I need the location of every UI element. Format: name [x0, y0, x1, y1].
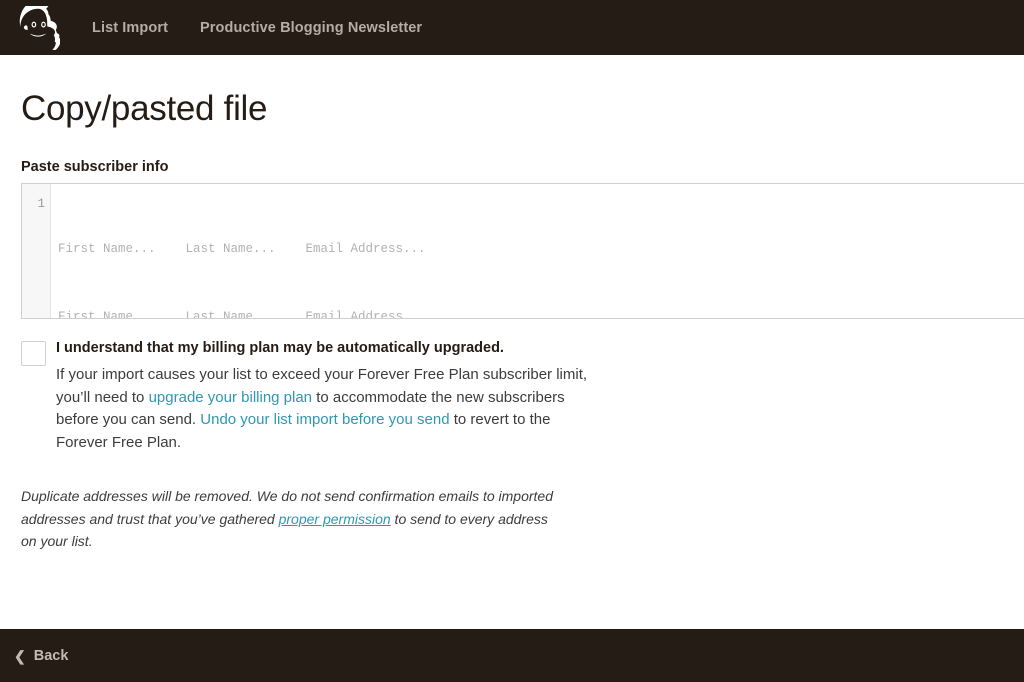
- paste-subscriber-editor[interactable]: 1 First Name... Last Name... Email Addre…: [21, 183, 1024, 319]
- billing-heading: I understand that my billing plan may be…: [56, 340, 504, 356]
- paste-subscriber-info-label: Paste subscriber info: [21, 159, 169, 175]
- main-content: Copy/pasted file Paste subscriber info 1…: [0, 55, 1024, 629]
- billing-text-block: I understand that my billing plan may be…: [56, 338, 601, 454]
- undo-list-import-link[interactable]: Undo your list import before you send: [200, 411, 449, 428]
- back-button[interactable]: ❮ Back: [14, 648, 68, 664]
- footer-bar: ❮ Back: [0, 629, 1024, 682]
- upgrade-billing-plan-link[interactable]: upgrade your billing plan: [149, 389, 312, 406]
- line-number: 1: [37, 197, 45, 211]
- billing-acknowledgement: I understand that my billing plan may be…: [21, 338, 621, 454]
- editor-placeholder-area[interactable]: First Name... Last Name... Email Address…: [51, 184, 1024, 318]
- back-button-label: Back: [33, 647, 69, 664]
- nav-link-newsletter[interactable]: Productive Blogging Newsletter: [200, 20, 422, 36]
- editor-line-number-gutter: 1: [22, 184, 51, 318]
- placeholder-row: First Name... Last Name... Email Address…: [58, 242, 426, 256]
- proper-permission-link[interactable]: proper permission: [279, 511, 391, 527]
- page-title: Copy/pasted file: [21, 89, 268, 128]
- mailchimp-logo-icon[interactable]: [16, 5, 60, 50]
- top-navigation-bar: List Import Productive Blogging Newslett…: [0, 0, 1024, 55]
- chevron-left-icon: ❮: [14, 647, 26, 664]
- nav-link-list-import[interactable]: List Import: [92, 20, 168, 36]
- billing-body: If your import causes your list to excee…: [56, 364, 601, 454]
- billing-upgrade-checkbox[interactable]: [21, 341, 46, 366]
- import-disclaimer: Duplicate addresses will be removed. We …: [21, 485, 566, 553]
- placeholder-row: First Name... Last Name... Email Address…: [58, 309, 426, 319]
